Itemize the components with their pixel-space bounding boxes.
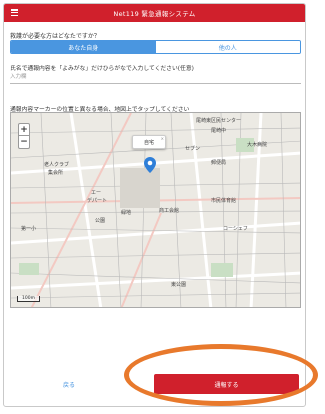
patient-selector: あなた自身 他の人 (10, 40, 301, 54)
map-label: 第一小 (21, 226, 37, 232)
map-scale: 100m (17, 296, 40, 302)
map-label: 商工会館 (159, 208, 180, 214)
app-header: Net119 緊急通報システム (4, 4, 305, 22)
map-label: 集会所 (48, 170, 64, 176)
map-label: 尾崎東区民センター (196, 118, 242, 124)
patient-question-label: 救護が必要な方はどなたですか？ (10, 33, 100, 40)
map-marker-popup: 自宅 × (132, 135, 166, 149)
map-label: 東公園 (171, 282, 187, 288)
location-marker-icon[interactable] (144, 157, 156, 173)
name-input[interactable] (10, 70, 301, 84)
map-label: エー (91, 190, 102, 196)
back-button[interactable]: 戻る (4, 374, 134, 394)
option-other-person-button[interactable]: 他の人 (155, 41, 300, 53)
option-yourself-button[interactable]: あなた自身 (11, 41, 156, 53)
map-label: デパート (87, 198, 108, 204)
map-label: 公園 (95, 218, 106, 224)
map-label: 緑地 (121, 210, 132, 216)
hamburger-menu-icon[interactable] (11, 9, 18, 17)
map-zoom-control: + − (18, 123, 30, 149)
zoom-out-button[interactable]: − (19, 136, 29, 148)
popup-close-icon[interactable]: × (161, 136, 164, 141)
map-label: セブン (185, 146, 201, 152)
map-label: 大木病院 (247, 142, 268, 148)
map-label: 老人クラブ (44, 162, 70, 168)
highlight-circle (124, 344, 318, 406)
map-label: コーシェフ (223, 226, 248, 232)
map-label: 尾崎中 (211, 128, 227, 134)
location-map[interactable]: + − 尾崎東区民センター 尾崎中 老人クラブ 集会所 エー デパート 商工会館… (10, 112, 301, 308)
map-label: 市民体育館 (211, 198, 237, 204)
map-label: 郵便局 (211, 160, 227, 166)
zoom-in-button[interactable]: + (19, 124, 29, 136)
header-title: Net119 緊急通報システム (113, 10, 196, 18)
popup-label: 自宅 (143, 139, 154, 146)
